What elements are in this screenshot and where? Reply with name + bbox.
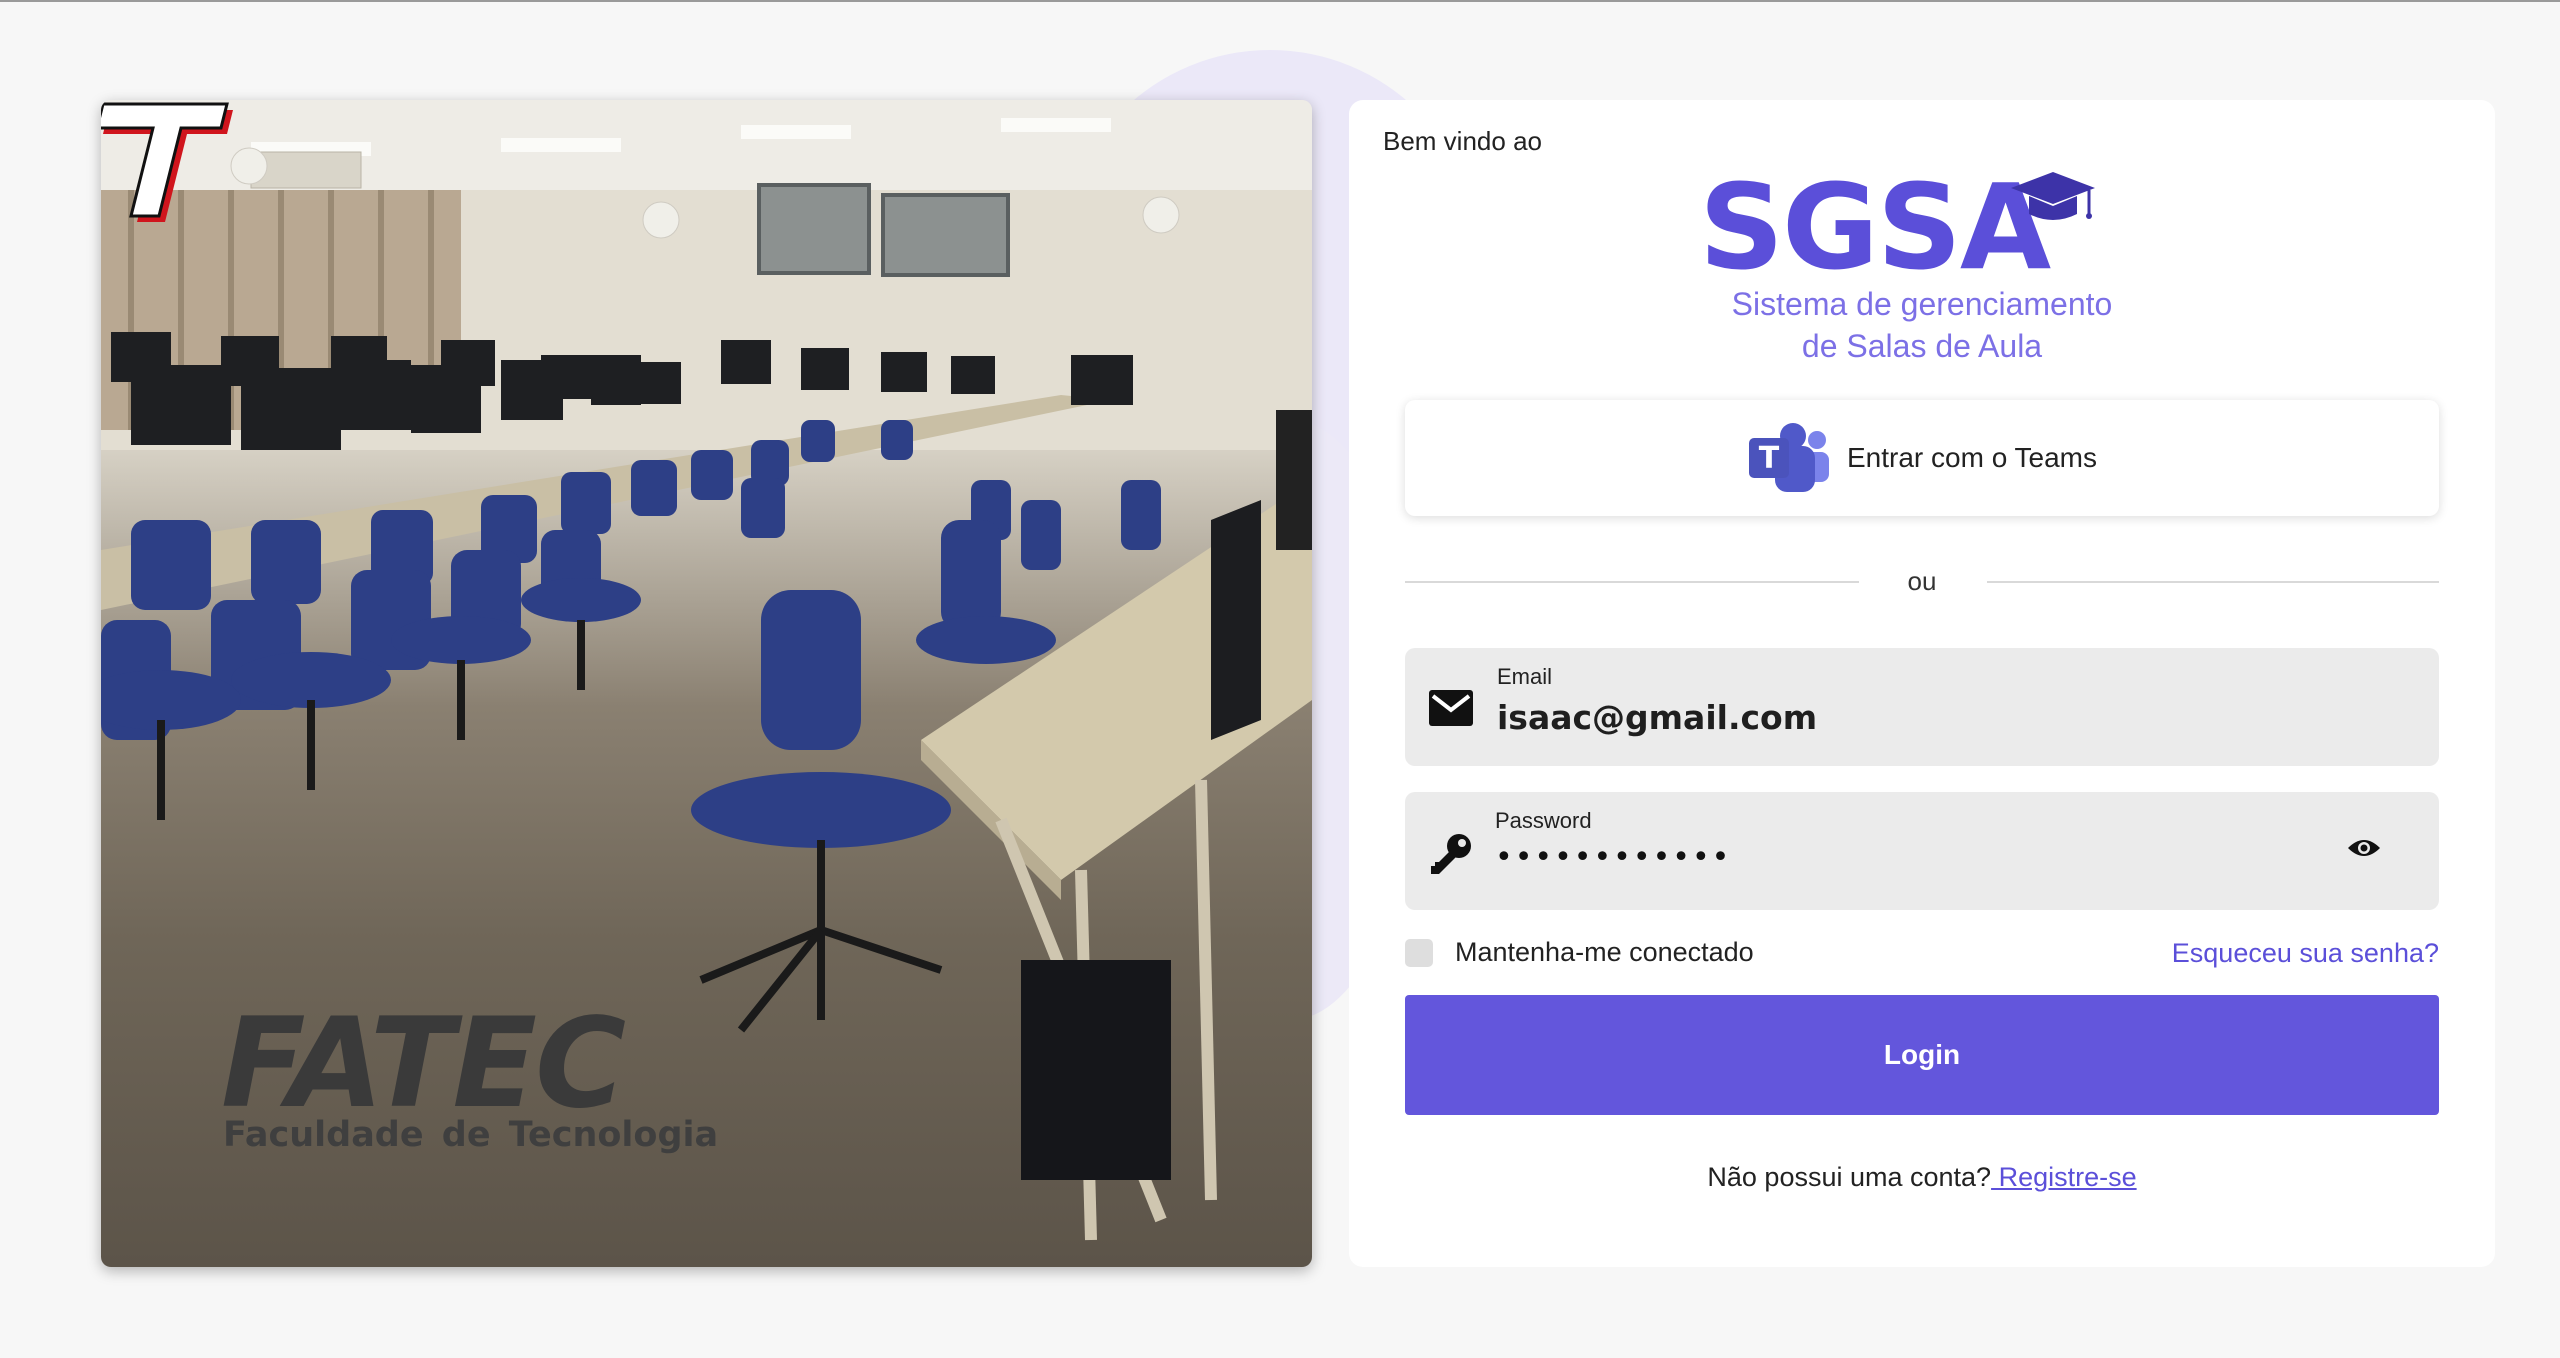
password-label: Password [1495, 808, 1592, 833]
email-field[interactable]: Email isaac@gmail.com [1405, 648, 2439, 766]
register-prompt: Não possui uma conta? Registre-se [1349, 1162, 2495, 1193]
fatec-logo-text: FATEC [221, 992, 626, 1136]
tagline-line-2: de Salas de Aula [1801, 328, 2043, 364]
teams-button-label: Entrar com o Teams [1846, 442, 2098, 473]
password-input[interactable]: •••••••••••• [1495, 840, 1731, 875]
eye-icon[interactable] [2347, 836, 2381, 860]
remember-me[interactable]: Mantenha-me conectado [1405, 937, 1754, 968]
teams-icon: T [1748, 423, 1829, 492]
email-input[interactable]: isaac@gmail.com [1497, 698, 1817, 737]
remember-label[interactable]: Mantenha-me conectado [1455, 937, 1754, 968]
teams-login-button[interactable]: T Entrar com o Teams [1405, 400, 2439, 516]
remember-checkbox[interactable] [1405, 938, 1433, 967]
divider-right [1987, 581, 2439, 583]
register-prompt-text: Não possui uma conta? [1707, 1162, 1992, 1192]
email-label: Email [1497, 664, 1553, 689]
login-button[interactable]: Login [1405, 995, 2439, 1115]
graduation-cap-icon [2011, 172, 2095, 220]
svg-text:T: T [1759, 441, 1780, 476]
login-card: Bem vindo ao SGSA Sistema de gerenciamen… [1349, 100, 2495, 1267]
tagline-line-1: Sistema de gerenciamento [1731, 286, 2113, 322]
classroom-photo: FATEC Faculdade de Tecnologia [101, 100, 1312, 1267]
window-top-border [0, 0, 2560, 2]
register-link[interactable]: Registre-se [1991, 1162, 2137, 1192]
fatec-logo-icon [101, 102, 233, 222]
brand-tagline: Sistema de gerenciamento de Salas de Aul… [1349, 283, 2495, 367]
welcome-text: Bem vindo ao [1383, 126, 1542, 156]
fatec-logo-subtitle: Faculdade de Tecnologia [223, 1115, 719, 1155]
key-icon [1431, 834, 1471, 874]
password-field[interactable]: Password •••••••••••• [1405, 792, 2439, 910]
forgot-password-link[interactable]: Esqueceu sua senha? [2172, 938, 2439, 969]
mail-icon [1429, 690, 1473, 726]
brand-name: SGSA [1699, 158, 2051, 296]
